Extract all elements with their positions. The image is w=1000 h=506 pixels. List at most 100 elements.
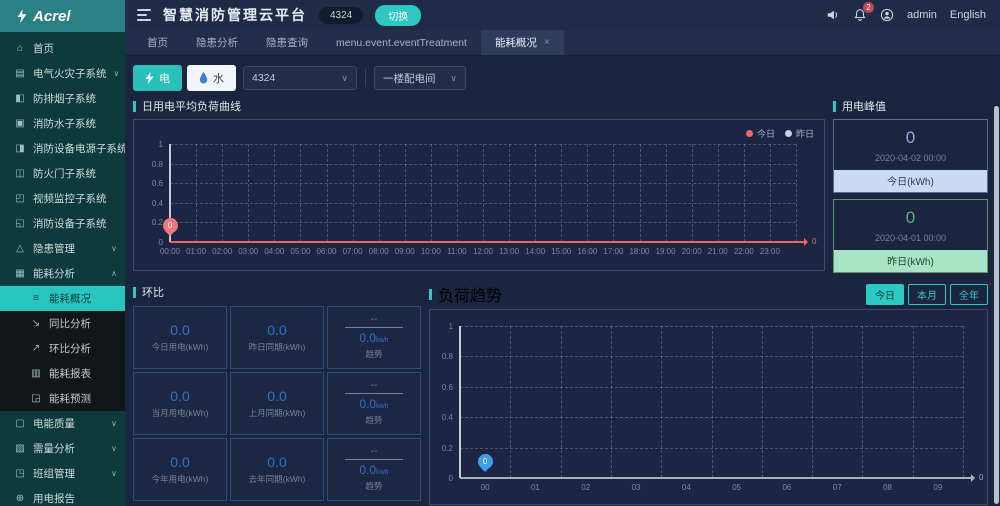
sidebar-item-hazard-mgmt[interactable]: △ 隐患管理 ∨ [0,236,125,261]
range-button-0[interactable]: 今日 [866,283,904,305]
chevron-down-icon: ∨ [111,419,117,428]
v-gridline [404,144,406,242]
ring-card-1: 0.0 昨日同期(kWh) [230,306,324,369]
sidebar-item-label: 能耗分析 [33,268,75,280]
tab-hazard-analysis[interactable]: 隐患分析 [182,30,252,55]
tab-home[interactable]: 首页 [133,30,182,55]
ring-card-7: 0.0 去年同期(kWh) [230,438,324,501]
sidebar-item-label: 消防设备电源子系统 [33,143,125,155]
electric-filter-button[interactable]: 电 [133,65,182,91]
sidebar-item-energy-overview[interactable]: ≡ 能耗概况 [0,286,125,311]
sidebar-item-team-mgmt[interactable]: ◳ 班组管理 ∨ [0,461,125,486]
y-axis-tick: 0.6 [441,382,453,392]
user-avatar-icon[interactable] [880,8,894,22]
sidebar-item-fire-water[interactable]: ▣ 消防水子系统 [0,111,125,136]
switch-button[interactable]: 切换 [375,4,422,26]
language-link[interactable]: English [950,9,986,21]
sidebar-item-label: 同比分析 [49,318,91,330]
v-gridline [610,326,612,478]
peak-title: 用电峰值 [842,101,886,113]
range-button-1[interactable]: 本月 [908,283,946,305]
sidebar-item-label: 能耗概况 [49,293,91,305]
v-gridline [509,144,511,242]
sidebar-item-label: 电气火灾子系统 [33,68,107,80]
circuit-select[interactable]: 一楼配电间 ∨ [374,66,466,90]
sidebar-item-energy-report[interactable]: ▥ 能耗报表 [0,361,125,386]
accent-bar [429,288,432,300]
v-gridline [274,144,276,242]
report-icon: ▥ [31,368,41,379]
v-gridline [326,144,328,242]
load-curve-title: 日用电平均负荷曲线 [142,101,241,113]
sidebar-item-energy-analysis[interactable]: ▦ 能耗分析 ∧ [0,261,125,286]
x-axis-line [170,241,804,243]
close-tab-icon[interactable]: × [544,37,550,48]
peak-panel: 用电峰值 0 2020-04-02 00:00 今日(kWh) 0 2020-0… [833,99,988,277]
ring-card-label: 趋势 [365,348,383,359]
axis-arrow-icon [804,238,812,246]
power-report-icon: ⊕ [15,493,25,504]
v-gridline [535,144,537,242]
ring-ratio-value: 0.0kwh [359,396,389,411]
v-gridline [769,144,771,242]
sidebar-item-home[interactable]: ⌂ 首页 [0,36,125,61]
load-trend-title: 负荷趋势 [438,288,503,305]
sidebar-item-yoy-analysis[interactable]: ↘ 同比分析 [0,311,125,336]
username-link[interactable]: admin [907,9,937,21]
range-button-2[interactable]: 全年 [950,283,988,305]
tab-energy-overview[interactable]: 能耗概况 × [480,30,564,55]
tab-hazard-query[interactable]: 隐患查询 [252,30,322,55]
vertical-scrollbar[interactable] [994,106,999,504]
notifications-button[interactable]: 2 [853,2,874,22]
ring-comparison-panel: 环比 0.0 今日用电(kWh) 0.0 昨日同期(kWh) -- 0.0kwh 趋势 0.0… [133,285,421,506]
tab-event-treatment[interactable]: menu.event.eventTreatment [322,30,481,55]
speaker-icon[interactable] [826,8,840,22]
v-gridline [613,144,615,242]
water-filter-button[interactable]: 水 [187,65,236,91]
v-gridline [691,144,693,242]
station-select[interactable]: 4324 ∨ [243,66,357,90]
legend-item[interactable]: 昨日 [784,127,814,140]
sidebar-item-smoke-exhaust[interactable]: ◧ 防排烟子系统 [0,86,125,111]
sidebar-item-label: 能耗预测 [49,393,91,405]
x-axis-tick: 09 [933,483,943,492]
sidebar-item-fire-device[interactable]: ◱ 消防设备子系统 [0,211,125,236]
sidebar-item-power-quality[interactable]: ▢ 电能质量 ∨ [0,411,125,436]
x-axis-tick: 04 [681,483,691,492]
tab-label: 隐患查询 [266,37,308,49]
tab-label: 隐患分析 [196,37,238,49]
v-gridline [456,144,458,242]
ring-card-2: -- 0.0kwh 趋势 [327,306,421,369]
ring-card-label: 当月用电(kWh) [151,408,209,418]
sidebar-item-fire-power[interactable]: ◨ 消防设备电源子系统 [0,136,125,161]
ring-ratio-value: 0.0kwh [359,462,389,477]
v-gridline [862,326,864,478]
ring-card-8: -- 0.0kwh 趋势 [327,438,421,501]
sidebar-item-power-report[interactable]: ⊕ 用电报告 [0,486,125,506]
sidebar: Acrel ⌂ 首页 ▤ 电气火灾子系统 ∨ ◧ 防排烟子系统 ▣ 消防水子系统 ◨ 消防设备电源子… [0,0,125,506]
menu-collapse-icon[interactable] [137,9,151,21]
sidebar-item-fire-door[interactable]: ◫ 防火门子系统 [0,161,125,186]
y-axis-tick: 0.8 [151,159,163,169]
ring-ratio-numerator: -- [370,379,378,391]
ring-ratio-unit: kwh [376,468,389,476]
home-icon: ⌂ [16,43,24,54]
v-gridline [639,144,641,242]
legend-item[interactable]: 今日 [745,127,775,140]
sidebar-item-electrical-fire[interactable]: ▤ 电气火灾子系统 ∨ [0,61,125,86]
ring-card-label: 去年同期(kWh) [248,474,306,484]
accent-bar [833,100,836,112]
sidebar-item-label: 用电报告 [33,493,75,505]
v-gridline [761,326,763,478]
filter-row: 电 水 4324 ∨ 一楼配电间 ∨ [133,65,988,91]
sidebar-item-energy-forecast[interactable]: ◲ 能耗预测 [0,386,125,411]
sidebar-item-label: 隐患管理 [33,243,75,255]
sidebar-item-mom-analysis[interactable]: ↗ 环比分析 [0,336,125,361]
y-axis-tick: 0.4 [151,198,163,208]
power-icon: ◨ [15,143,25,154]
v-gridline [796,144,797,242]
ring-card-value: 0.0 [267,322,287,338]
peak-label-yesterday: 昨日(kWh) [834,250,987,272]
sidebar-item-demand-analysis[interactable]: ▨ 需量分析 ∨ [0,436,125,461]
sidebar-item-video-monitor[interactable]: ◰ 视频监控子系统 [0,186,125,211]
